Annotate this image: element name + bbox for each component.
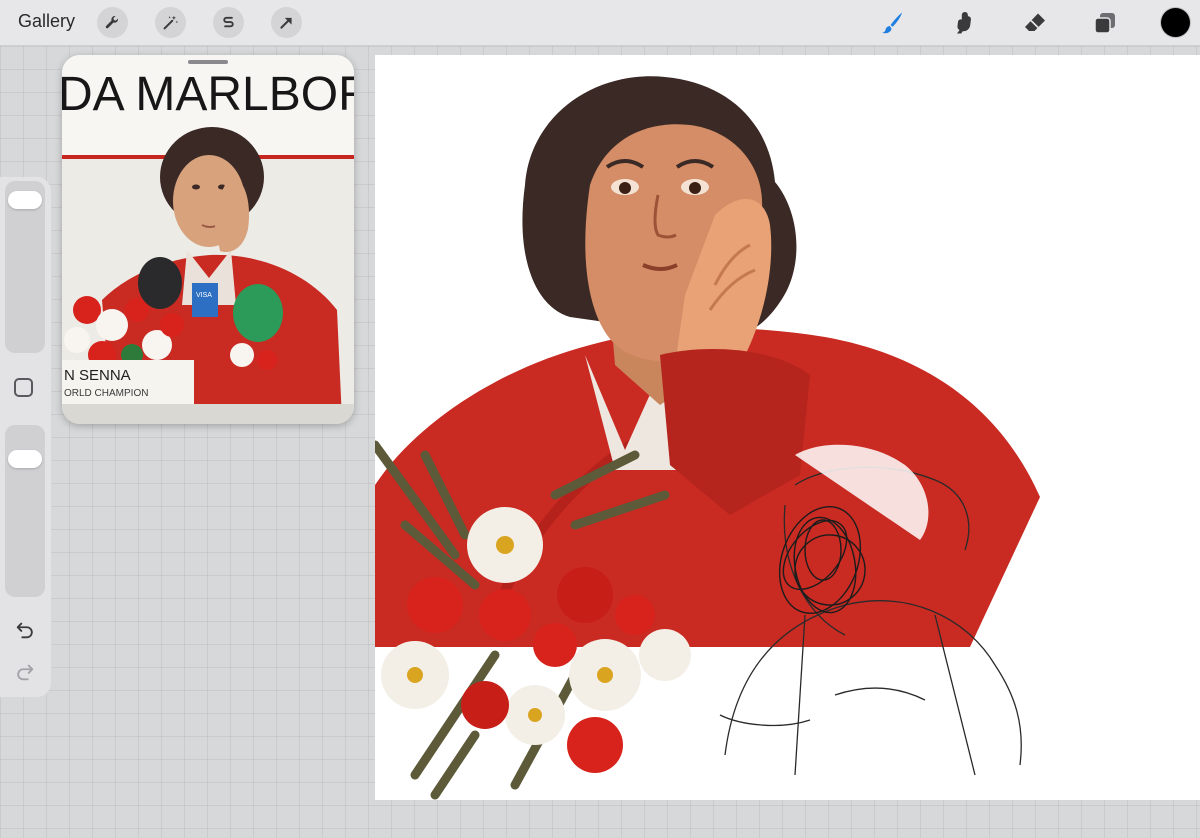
left-sidebar xyxy=(0,177,51,697)
opacity-thumb[interactable] xyxy=(8,450,42,469)
eraser-icon[interactable] xyxy=(1019,7,1051,39)
layers-icon[interactable] xyxy=(1089,7,1121,39)
reference-mic-label: VISA xyxy=(196,292,212,299)
brush-size-slider[interactable] xyxy=(5,181,45,353)
carnation-flower xyxy=(461,681,509,729)
redo-icon[interactable] xyxy=(12,659,38,685)
carnation-flower xyxy=(567,717,623,773)
daisy-flower xyxy=(639,629,691,681)
smudge-icon[interactable] xyxy=(948,7,980,39)
modify-square-icon[interactable] xyxy=(14,378,33,397)
wrench-icon[interactable] xyxy=(97,7,128,38)
gallery-button[interactable]: Gallery xyxy=(18,11,75,32)
carnation-flower xyxy=(479,589,531,641)
selection-icon[interactable] xyxy=(213,7,244,38)
reference-nameplate-title: ORLD CHAMPION xyxy=(64,388,148,399)
color-picker-swatch[interactable] xyxy=(1161,8,1190,37)
reference-nameplate-name: N SENNA xyxy=(64,367,131,384)
artwork xyxy=(375,76,1040,800)
carnation-flower xyxy=(407,577,463,633)
reference-photo: DA MARLBOR N SENNA ORLD CHAMPION VISA xyxy=(62,55,354,424)
transform-arrow-icon[interactable] xyxy=(271,7,302,38)
carnation-flower xyxy=(533,623,577,667)
carnation-flower xyxy=(615,595,655,635)
undo-icon[interactable] xyxy=(12,617,38,643)
reference-sign-text: DA MARLBOR xyxy=(62,68,354,121)
reference-drag-handle[interactable] xyxy=(188,60,228,64)
top-toolbar: Gallery xyxy=(0,0,1200,46)
drawing-canvas[interactable] xyxy=(375,55,1200,800)
carnation-flower xyxy=(557,567,613,623)
brush-size-thumb[interactable] xyxy=(8,191,42,210)
reference-window[interactable]: DA MARLBOR N SENNA ORLD CHAMPION VISA xyxy=(62,55,354,424)
brush-icon[interactable] xyxy=(876,7,908,39)
magic-wand-icon[interactable] xyxy=(155,7,186,38)
opacity-slider[interactable] xyxy=(5,425,45,597)
